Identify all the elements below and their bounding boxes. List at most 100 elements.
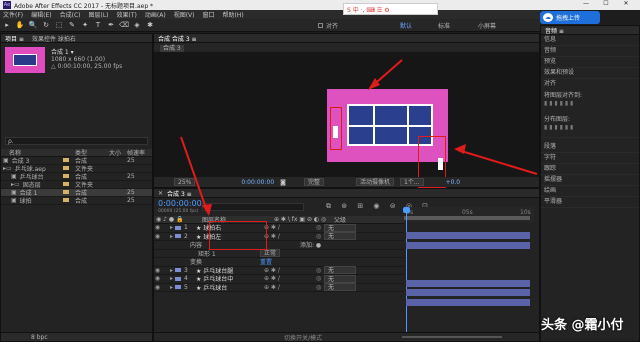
comp-breadcrumb[interactable]: 合成 3 bbox=[160, 45, 184, 52]
minimize-button[interactable]: — bbox=[576, 0, 596, 7]
panel-smoother[interactable]: 平滑器 bbox=[541, 197, 639, 208]
workspace-default[interactable]: 默认 bbox=[400, 21, 412, 30]
rectangle-tool-icon[interactable]: ⬚ bbox=[54, 21, 64, 30]
label-swatch[interactable] bbox=[63, 158, 69, 162]
eye-icon[interactable]: ◉ bbox=[154, 267, 161, 274]
hand-tool-icon[interactable]: ✋ bbox=[15, 21, 25, 30]
label-swatch[interactable] bbox=[63, 166, 69, 170]
layer-color[interactable] bbox=[175, 225, 181, 230]
workspace-small[interactable]: 小屏幕 bbox=[478, 21, 496, 30]
panel-wiggler[interactable]: 摇摆器 bbox=[541, 175, 639, 186]
project-item[interactable]: ▣ 球拍 合成 25 bbox=[1, 197, 152, 205]
transform-row[interactable]: 变换 重置 bbox=[154, 258, 404, 267]
project-search[interactable]: ρ. bbox=[5, 137, 148, 145]
parent-pick-icon[interactable]: ◎ bbox=[316, 224, 324, 231]
panel-effects-presets[interactable]: 效果和预设 bbox=[541, 68, 639, 79]
layer-color[interactable] bbox=[175, 276, 181, 281]
toggle-switches[interactable]: 切换开关/模式 bbox=[284, 333, 322, 342]
content-row[interactable]: 内容 添加: ● bbox=[154, 241, 404, 250]
add-button[interactable]: 添加: ● bbox=[300, 240, 321, 249]
layer-duration-bar[interactable] bbox=[406, 298, 530, 306]
menu-view[interactable]: 视图(V) bbox=[174, 10, 195, 19]
zoom-tool-icon[interactable]: 🔍 bbox=[28, 21, 38, 30]
selection-tool-icon[interactable]: ▸ bbox=[2, 21, 12, 30]
layer-color[interactable] bbox=[175, 234, 181, 239]
pen-tool-icon[interactable]: ✎ bbox=[67, 21, 77, 30]
roto-tool-icon[interactable]: ◈ bbox=[132, 21, 142, 30]
layer-color[interactable] bbox=[175, 268, 181, 273]
tab-effect-controls[interactable]: 效果控件 球拍右 bbox=[32, 34, 76, 43]
parent-pick-icon[interactable]: ◎ bbox=[316, 233, 324, 240]
layer-switches[interactable]: ⊕ ✱ / bbox=[264, 275, 316, 282]
label-swatch[interactable] bbox=[63, 182, 69, 186]
views-select[interactable]: 1个... bbox=[400, 178, 424, 186]
parent-select[interactable]: 无 bbox=[324, 223, 356, 232]
panel-info[interactable]: 信息 bbox=[541, 35, 639, 46]
parent-select[interactable]: 无 bbox=[324, 274, 356, 283]
col-parent[interactable]: 父级 bbox=[334, 215, 346, 224]
panel-character[interactable]: 字符 bbox=[541, 153, 639, 164]
panel-paint[interactable]: 绘画 bbox=[541, 186, 639, 197]
camera-icon[interactable]: ◙ bbox=[280, 179, 286, 186]
layer-row[interactable]: ◉ ▸ 3 ★ 乒乓球台腿 ⊕ ✱ / ◎ 无 bbox=[154, 266, 404, 275]
expand-arrow-icon[interactable]: ▸ bbox=[168, 224, 175, 231]
layer-name[interactable]: ★ 乒乓球台 bbox=[196, 283, 264, 292]
tab-composition[interactable]: 合成 合成 3 ≡ bbox=[158, 34, 197, 43]
parent-pick-icon[interactable]: ◎ bbox=[316, 267, 324, 274]
panel-audio[interactable]: 音频 bbox=[541, 46, 639, 57]
work-area-bar[interactable] bbox=[404, 216, 530, 220]
close-tab-icon[interactable]: ✕ bbox=[158, 190, 163, 197]
rotate-tool-icon[interactable]: ↻ bbox=[41, 21, 51, 30]
expand-arrow-icon[interactable]: ▸ bbox=[168, 233, 175, 240]
label-swatch[interactable] bbox=[63, 198, 69, 202]
panel-tracker[interactable]: 跟踪 bbox=[541, 164, 639, 175]
layer-duration-bar[interactable] bbox=[406, 279, 530, 287]
parent-select[interactable]: 无 bbox=[324, 283, 356, 292]
puppet-tool-icon[interactable]: ✱ bbox=[145, 21, 155, 30]
layer-switches[interactable]: ⊕ ✱ / bbox=[264, 224, 316, 231]
menu-edit[interactable]: 编辑(E) bbox=[31, 10, 51, 19]
ime-status[interactable]: S 中 ·, ⌨ ☰ ⚙ bbox=[347, 5, 390, 14]
layer-row[interactable]: ◉ ▸ 4 ★ 乒乓球台中 ⊕ ✱ / ◎ 无 bbox=[154, 274, 404, 284]
menu-help[interactable]: 帮助(H) bbox=[223, 10, 244, 19]
layer-duration-bar[interactable] bbox=[406, 232, 530, 239]
menu-composition[interactable]: 合成(C) bbox=[60, 10, 81, 19]
eye-icon[interactable]: ◉ bbox=[154, 284, 161, 291]
eye-icon[interactable]: ◉ bbox=[154, 224, 161, 231]
label-swatch[interactable] bbox=[63, 174, 69, 178]
menu-animation[interactable]: 动画(A) bbox=[145, 10, 166, 19]
panel-preview[interactable]: 预览 bbox=[541, 57, 639, 68]
menu-window[interactable]: 窗口 bbox=[202, 10, 214, 19]
col-fps[interactable]: 帧速率 bbox=[127, 148, 147, 157]
layer-duration-bar[interactable] bbox=[406, 241, 530, 249]
brush-tool-icon[interactable]: ✒ bbox=[106, 21, 116, 30]
layer-row[interactable]: ◉ ▸ 1 ★ 球拍右 ⊕ ✱ / ◎ 无 bbox=[154, 223, 404, 233]
parent-select[interactable]: 无 bbox=[324, 232, 356, 241]
panel-align[interactable]: 对齐 bbox=[541, 79, 639, 90]
camera-select[interactable]: 活动摄像机 bbox=[355, 178, 394, 186]
align-checkbox[interactable] bbox=[318, 22, 323, 28]
comp-timecode[interactable]: 0:00:00:00 bbox=[241, 179, 274, 186]
eraser-tool-icon[interactable]: ⌫ bbox=[119, 21, 129, 30]
menu-layer[interactable]: 图层(L) bbox=[89, 10, 109, 19]
playhead-handle[interactable] bbox=[403, 207, 410, 213]
text-tool-icon[interactable]: T bbox=[93, 21, 103, 30]
menu-effect[interactable]: 效果(T) bbox=[117, 10, 137, 19]
tab-project[interactable]: 项目 ≡ bbox=[5, 34, 24, 43]
expand-arrow-icon[interactable]: ▸ bbox=[168, 267, 175, 274]
exposure-value[interactable]: +0.0 bbox=[446, 179, 461, 186]
expand-arrow-icon[interactable]: ▸ bbox=[168, 275, 175, 282]
comp-name[interactable]: 合成 1 ▾ bbox=[51, 47, 122, 56]
label-swatch[interactable] bbox=[63, 190, 69, 194]
zoom-slider[interactable] bbox=[402, 336, 503, 338]
upload-button[interactable]: 拖拽上传 bbox=[556, 13, 580, 22]
parent-select[interactable]: 无 bbox=[324, 266, 356, 275]
quality-select[interactable]: 完整 bbox=[303, 178, 324, 186]
eye-icon[interactable]: ◉ bbox=[154, 233, 161, 240]
parent-pick-icon[interactable]: ◎ bbox=[316, 284, 324, 291]
layer-row[interactable]: ◉ ▸ 5 ★ 乒乓球台 ⊕ ✱ / ◎ 无 bbox=[154, 283, 404, 292]
close-button[interactable]: ✕ bbox=[616, 0, 636, 7]
blend-mode-select[interactable]: 正常 bbox=[260, 249, 281, 258]
workspace-standard[interactable]: 标准 bbox=[438, 21, 450, 30]
layer-switches[interactable]: ⊕ ✱ / bbox=[264, 284, 316, 291]
